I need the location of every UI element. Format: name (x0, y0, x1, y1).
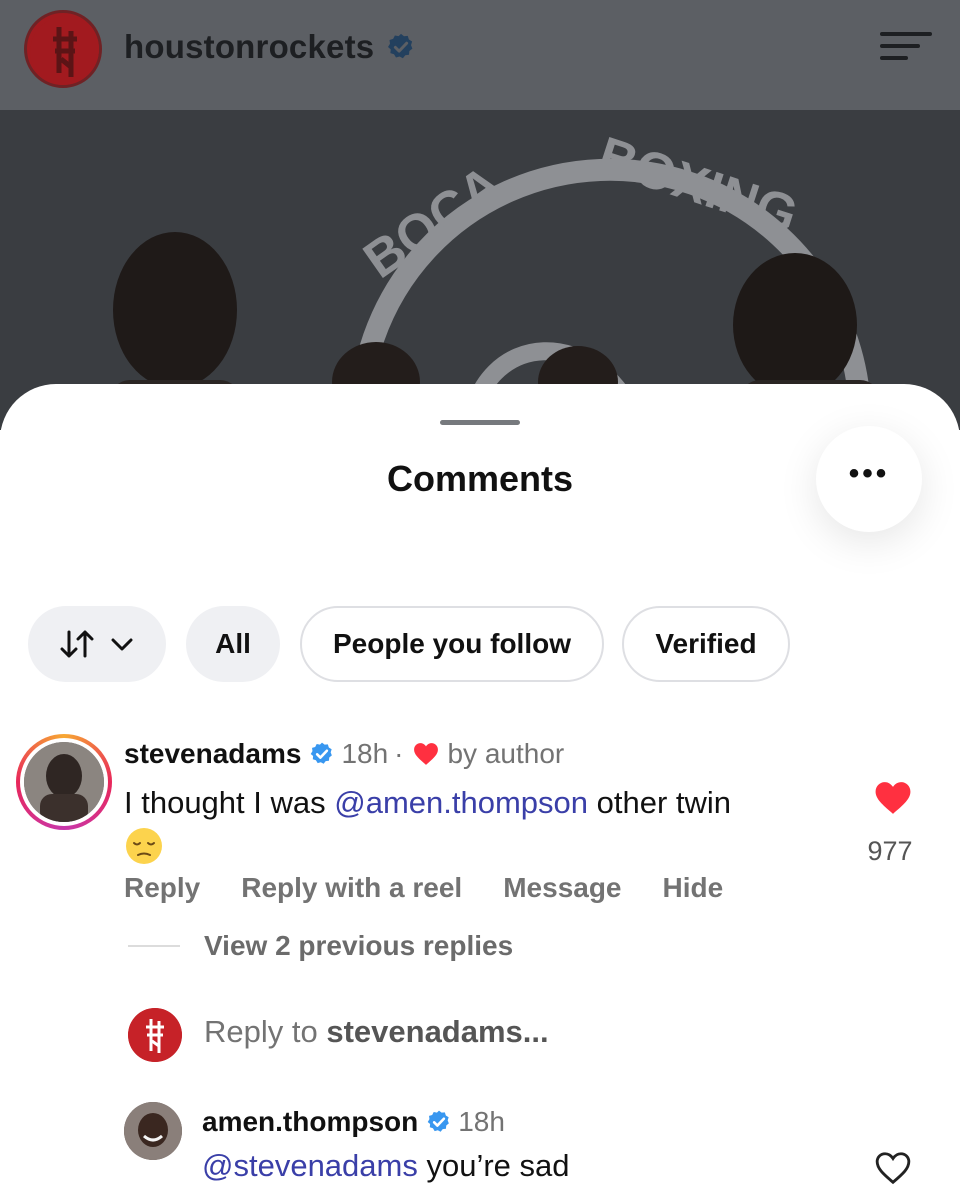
comment-text: I thought I was @amen.thompson other twi… (124, 780, 824, 873)
account-username[interactable]: houstonrockets (124, 28, 374, 66)
reply-input-prefix: Reply to (204, 1014, 327, 1049)
filter-all[interactable]: All (186, 606, 280, 682)
liked-by-author: by author (447, 738, 565, 769)
comment-time: 18h (341, 738, 389, 769)
reply-button[interactable]: Reply (124, 872, 200, 908)
reply-with-reel-button[interactable]: Reply with a reel (241, 872, 462, 908)
pensive-emoji-icon (126, 828, 162, 864)
comments-sheet: Comments ••• All People you follow Verif… (0, 384, 960, 1200)
sheet-drag-handle[interactable] (440, 420, 520, 425)
comment-actions: Reply Reply with a reel Message Hide (124, 872, 764, 908)
menu-icon[interactable] (880, 32, 932, 60)
avatar-photo (24, 742, 104, 822)
rockets-logo-icon (128, 1008, 182, 1062)
reply-username[interactable]: amen.thompson (202, 1106, 418, 1138)
post-photo: BOCA BOXING (0, 110, 960, 430)
verified-badge-icon (427, 1110, 450, 1132)
hide-button[interactable]: Hide (663, 872, 724, 908)
comment-like-count: 977 (867, 836, 913, 866)
reply-time: 18h (458, 1106, 505, 1137)
reply-avatar[interactable] (124, 1102, 182, 1160)
more-options-button[interactable]: ••• (816, 426, 922, 532)
post-header: houstonrockets (0, 0, 960, 110)
rockets-logo-icon (30, 16, 99, 85)
meta-separator: · (394, 738, 404, 769)
view-previous-replies[interactable]: View 2 previous replies (128, 928, 513, 964)
chevron-down-icon (111, 638, 133, 651)
reply-box-avatar (128, 1008, 182, 1062)
more-icon: ••• (848, 457, 890, 490)
reply-input-target: stevenadams... (326, 1014, 549, 1049)
verified-badge-icon (388, 33, 413, 59)
reply-text: @stevenadams you’re sad (202, 1148, 570, 1184)
sort-button[interactable] (28, 606, 166, 682)
account-avatar[interactable] (24, 10, 102, 88)
reply-meta: amen.thompson 18h (202, 1104, 505, 1140)
replies-divider (128, 945, 180, 947)
message-button[interactable]: Message (503, 872, 621, 908)
heart-icon (414, 743, 439, 765)
filter-verified[interactable]: Verified (622, 606, 790, 682)
comment-username[interactable]: stevenadams (124, 738, 301, 770)
view-replies-label: View 2 previous replies (204, 930, 514, 961)
reply-text-body: you’re sad (417, 1148, 570, 1183)
heart-outline-icon[interactable] (874, 1150, 912, 1186)
avatar-photo (124, 1102, 182, 1160)
comment-mention[interactable]: @amen.thompson (334, 785, 588, 820)
filter-people-you-follow[interactable]: People you follow (300, 606, 604, 682)
comment-avatar[interactable] (16, 734, 112, 830)
comment-text-end: other twin (588, 785, 732, 820)
reply-mention[interactable]: @stevenadams (202, 1148, 418, 1183)
reply-input[interactable]: Reply to stevenadams... (204, 1014, 549, 1050)
comment-meta: stevenadams 18h · by author (124, 736, 564, 772)
comment-text-start: I thought I was (124, 785, 335, 820)
sort-icon (60, 630, 94, 658)
comment-like-button[interactable] (874, 780, 912, 816)
verified-badge-icon (311, 742, 333, 764)
